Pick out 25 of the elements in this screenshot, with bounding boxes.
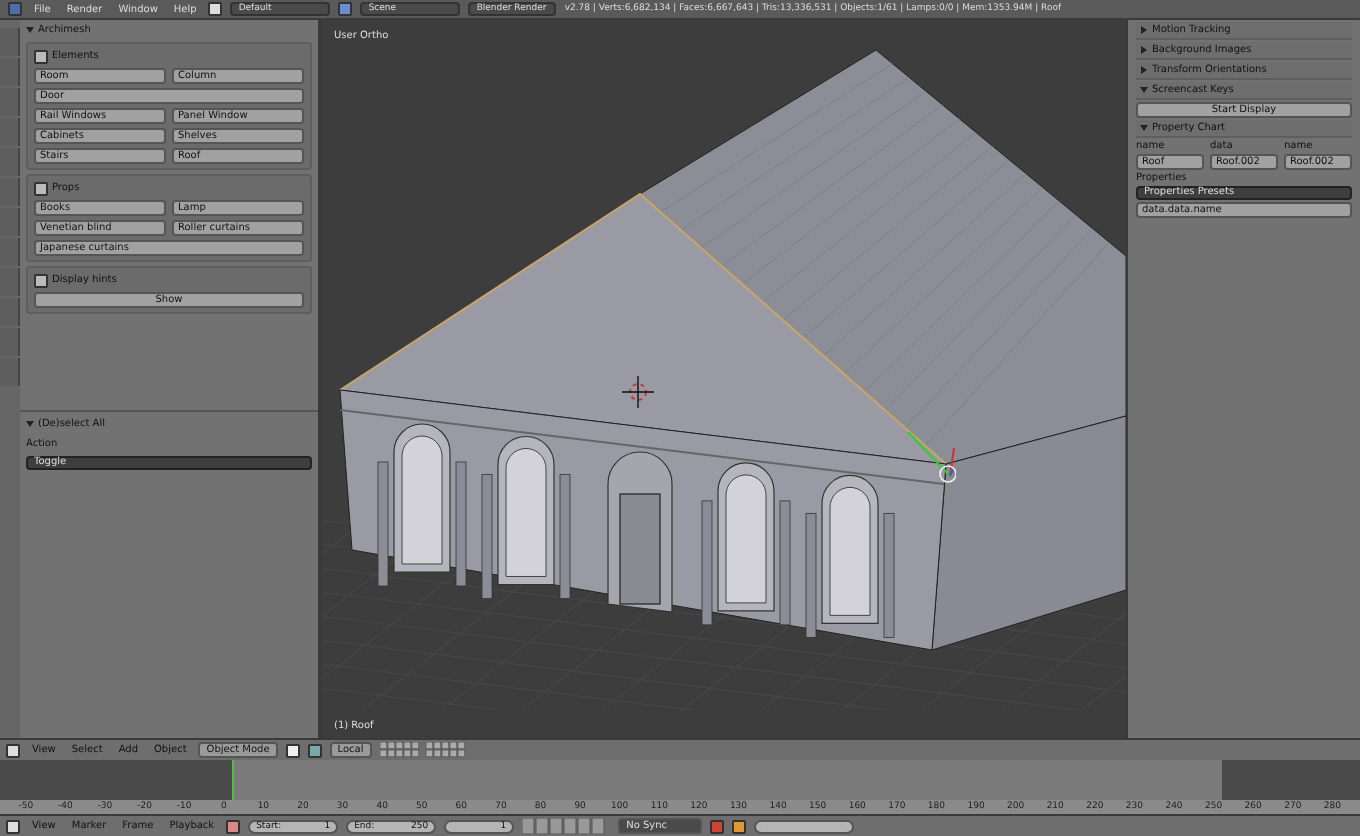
layers-grid-icon[interactable] <box>379 742 468 758</box>
playback-controls-icon[interactable] <box>522 818 611 834</box>
vertical-tab[interactable] <box>0 118 20 146</box>
vertical-tab[interactable] <box>0 298 20 326</box>
vertical-tab[interactable] <box>0 208 20 236</box>
expand-triangle-icon <box>1140 26 1148 34</box>
vertical-tab[interactable] <box>0 328 20 356</box>
record-icon[interactable] <box>710 819 725 833</box>
vertical-tab[interactable] <box>0 358 20 386</box>
vertical-tab[interactable] <box>0 268 20 296</box>
collapse-triangle-icon <box>1140 86 1148 94</box>
out-of-range-shade <box>1222 760 1360 800</box>
keying-set-field[interactable] <box>754 819 855 833</box>
3d-cursor-icon <box>622 376 654 408</box>
vertical-tab[interactable] <box>0 58 20 86</box>
vertical-tab[interactable] <box>0 238 20 266</box>
collapse-triangle-icon <box>26 26 34 34</box>
vertical-tab[interactable] <box>0 178 20 206</box>
expand-triangle-icon <box>1140 66 1148 74</box>
collapse-triangle-icon <box>26 420 34 428</box>
vertical-tab[interactable] <box>0 148 20 176</box>
vertical-tab[interactable] <box>0 28 20 56</box>
expand-triangle-icon <box>1140 46 1148 54</box>
collapse-triangle-icon <box>1140 124 1148 132</box>
vertical-tab[interactable] <box>0 88 20 116</box>
